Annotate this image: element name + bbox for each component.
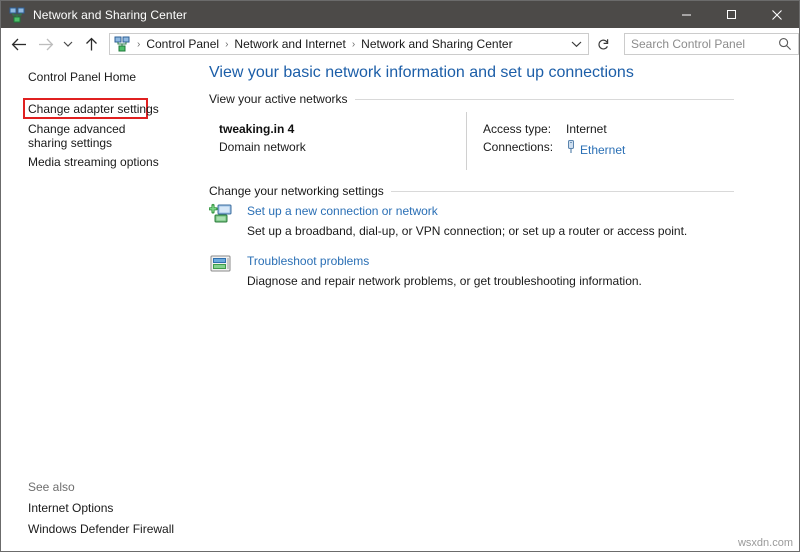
sidebar-item-internet-options[interactable]: Internet Options [28,501,113,516]
new-connection-glyph [208,203,232,223]
breadcrumb-separator: › [351,38,356,50]
watermark: wsxdn.com [737,537,793,549]
breadcrumb-network-and-sharing-center[interactable]: Network and Sharing Center [359,37,514,51]
refresh-icon [597,38,608,50]
chevron-down-icon [571,41,582,48]
setup-new-connection-description: Set up a broadband, dial-up, or VPN conn… [247,224,688,238]
see-also-label: See also [28,480,75,494]
page-title: View your basic network information and … [209,64,634,81]
forward-arrow-icon [38,38,53,50]
network-sharing-glyph [114,36,130,52]
network-sharing-glyph [9,7,25,22]
title-bar: Network and Sharing Center [1,1,799,28]
connections-value: Ethernet [566,140,625,159]
maximize-icon [727,10,736,19]
up-arrow-icon [85,37,97,50]
address-dropdown-button[interactable] [571,40,582,48]
sidebar-item-change-adapter-settings-highlight[interactable]: Change adapter settings [23,98,159,119]
search-input[interactable] [631,34,779,54]
address-bar[interactable]: › Control Panel › Network and Internet ›… [109,33,589,55]
access-type-value: Internet [566,122,607,136]
window-title: Network and Sharing Center [33,7,188,22]
network-sharing-icon [9,7,25,23]
breadcrumb-network-and-internet[interactable]: Network and Internet [232,37,347,51]
section-heading-change-networking-settings: Change your networking settings [209,184,391,198]
navigation-bar: › Control Panel › Network and Internet ›… [1,28,799,60]
chevron-down-icon [63,41,73,47]
breadcrumb-control-panel[interactable]: Control Panel [144,37,221,51]
minimize-button[interactable] [664,1,709,28]
sidebar: Control Panel Home Change adapter settin… [1,60,191,551]
ethernet-plug-glyph [568,140,574,153]
section-heading-active-networks: View your active networks [209,92,355,106]
close-icon [771,9,782,20]
sidebar-item-media-streaming-options[interactable]: Media streaming options [28,155,159,170]
content-area: Control Panel Home Change adapter settin… [1,60,799,551]
refresh-button[interactable] [592,33,614,55]
setup-new-connection-link[interactable]: Set up a new connection or network [247,204,438,218]
active-network-type: Domain network [219,140,306,154]
sidebar-item-change-adapter-settings[interactable]: Change adapter settings [25,102,159,116]
breadcrumb-separator: › [225,38,229,50]
connections-label: Connections: [483,140,554,154]
main-pane: View your basic network information and … [191,60,799,551]
access-type-label: Access type: [483,122,552,136]
magnifier-glyph [779,38,791,50]
forward-button[interactable] [33,31,57,57]
active-network-name: tweaking.in 4 [219,122,295,136]
recent-locations-button[interactable] [59,31,77,57]
troubleshoot-problems-description: Diagnose and repair network problems, or… [247,274,642,288]
search-box[interactable] [624,33,799,55]
network-sharing-center-window: Network and Sharing Center › Control Pan… [0,0,800,552]
back-button[interactable] [7,31,31,57]
search-icon[interactable] [778,37,792,56]
breadcrumb-separator: › [137,38,141,50]
ethernet-link[interactable]: Ethernet [580,143,625,157]
troubleshoot-glyph [210,255,231,272]
minimize-icon [682,14,691,16]
up-one-level-button[interactable] [79,31,103,57]
new-connection-icon [208,203,233,227]
maximize-button[interactable] [709,1,754,28]
close-button[interactable] [754,1,799,28]
network-sharing-icon [114,36,130,52]
troubleshoot-icon [209,253,233,277]
sidebar-item-change-advanced-sharing-settings[interactable]: Change advanced sharing settings [28,122,158,150]
back-arrow-icon [11,38,26,50]
window-controls [664,1,799,28]
sidebar-item-windows-defender-firewall[interactable]: Windows Defender Firewall [28,522,174,537]
ethernet-plug-icon [566,140,576,159]
sidebar-item-control-panel-home[interactable]: Control Panel Home [28,70,136,85]
vertical-divider [466,112,467,170]
troubleshoot-problems-link[interactable]: Troubleshoot problems [247,254,369,268]
